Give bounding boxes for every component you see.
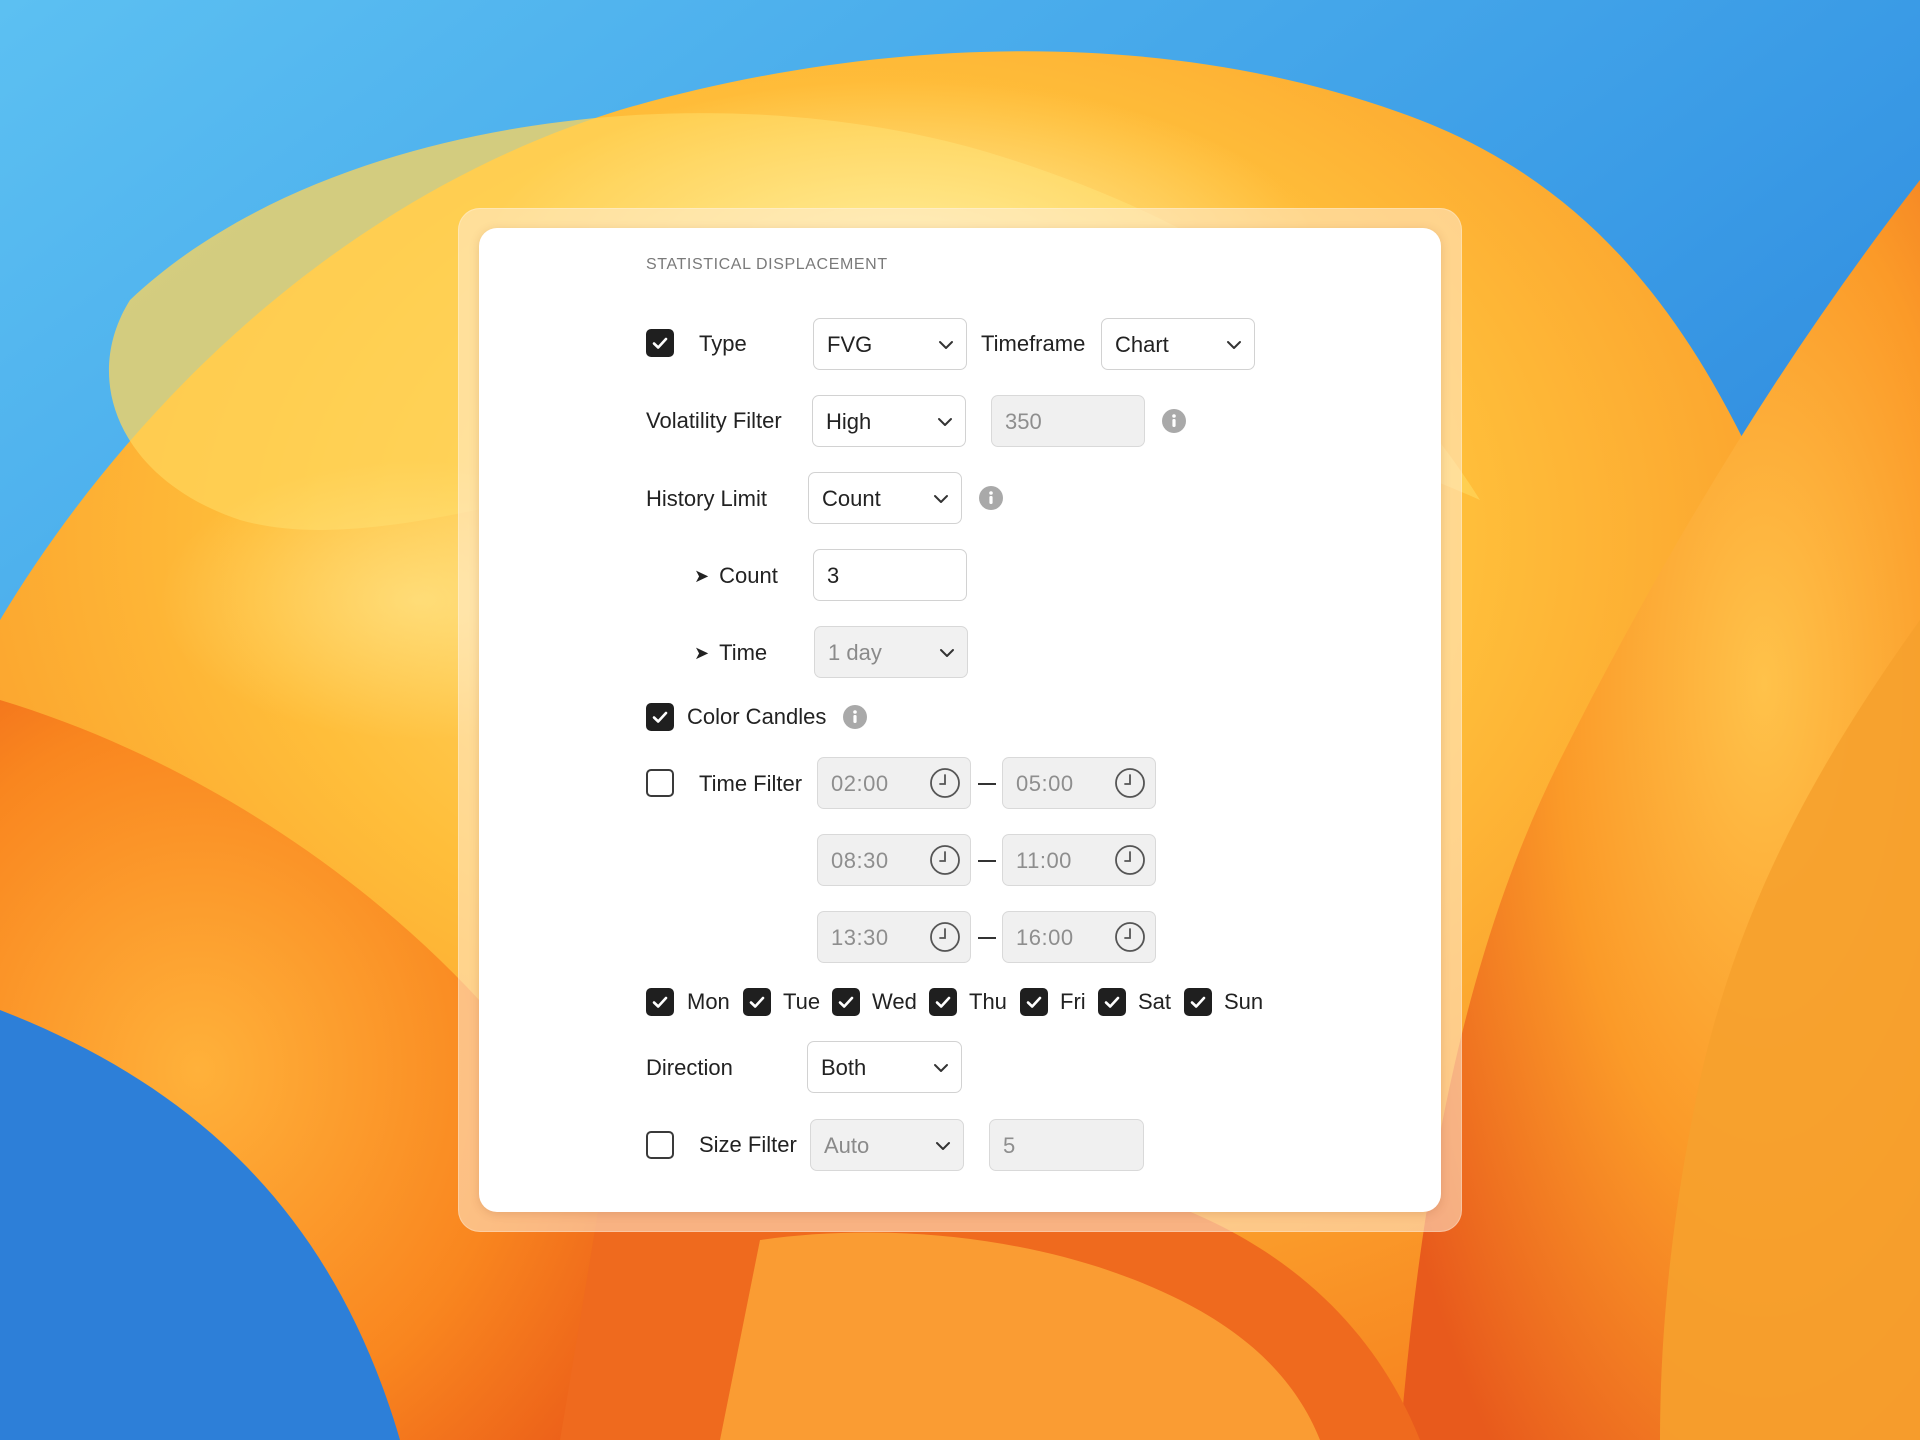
count-input-value: 3	[827, 563, 840, 588]
clock-icon	[930, 922, 960, 952]
range-dash	[978, 783, 996, 785]
day-checkbox-sun[interactable]	[1184, 988, 1212, 1016]
chevron-down-icon	[938, 418, 952, 426]
timeframe-select[interactable]: Chart	[1101, 318, 1255, 370]
type-label: Type	[699, 331, 747, 356]
checkmark-icon	[935, 996, 951, 1008]
checkmark-icon	[1026, 996, 1042, 1008]
chevron-down-icon	[936, 1142, 950, 1150]
volatility-select[interactable]: High	[812, 395, 966, 447]
size-filter-checkbox[interactable]	[646, 1131, 674, 1159]
size-filter-select-value: Auto	[824, 1133, 870, 1158]
volatility-value: 350	[1005, 409, 1042, 434]
volatility-value-field[interactable]: 350	[991, 395, 1145, 447]
time-value: 16:00	[1016, 925, 1074, 950]
time-select[interactable]: 1 day	[814, 626, 968, 678]
time-filter-start-1[interactable]: 02:00	[817, 757, 971, 809]
day-checkbox-tue[interactable]	[743, 988, 771, 1016]
day-label-tue: Tue	[783, 989, 821, 1014]
arrow-icon: ➤	[694, 566, 710, 586]
size-filter-value-field[interactable]: 5	[989, 1119, 1144, 1171]
time-filter-end-2[interactable]: 11:00	[1002, 834, 1156, 886]
day-label-thu: Thu	[969, 989, 1007, 1014]
color-candles-checkbox[interactable]	[646, 703, 674, 731]
direction-select[interactable]: Both	[807, 1041, 962, 1093]
day-checkbox-fri[interactable]	[1020, 988, 1048, 1016]
direction-label: Direction	[646, 1055, 733, 1080]
time-value: 08:30	[831, 848, 889, 873]
info-icon[interactable]	[979, 486, 1003, 510]
chevron-down-icon	[934, 495, 948, 503]
day-label-mon: Mon	[687, 989, 730, 1014]
day-checkbox-mon[interactable]	[646, 988, 674, 1016]
time-value: 11:00	[1016, 848, 1072, 873]
time-label: ➤ Time	[694, 639, 767, 668]
time-filter-start-2[interactable]: 08:30	[817, 834, 971, 886]
history-limit-label: History Limit	[646, 486, 768, 511]
info-icon[interactable]	[843, 705, 867, 729]
type-checkbox[interactable]	[646, 329, 674, 357]
checkmark-icon	[1104, 996, 1120, 1008]
checkmark-icon	[652, 711, 668, 723]
time-select-value: 1 day	[828, 640, 882, 665]
range-dash	[978, 937, 996, 939]
day-label-wed: Wed	[872, 989, 917, 1014]
time-filter-end-3[interactable]: 16:00	[1002, 911, 1156, 963]
count-label: ➤ Count	[694, 562, 778, 591]
size-filter-label: Size Filter	[699, 1132, 797, 1157]
day-label-fri: Fri	[1060, 989, 1086, 1014]
checkmark-icon	[1190, 996, 1206, 1008]
time-filter-end-1[interactable]: 05:00	[1002, 757, 1156, 809]
size-filter-select[interactable]: Auto	[810, 1119, 964, 1171]
time-filter-label: Time Filter	[699, 771, 803, 796]
clock-icon	[1115, 922, 1145, 952]
day-checkbox-sat[interactable]	[1098, 988, 1126, 1016]
checkmark-icon	[838, 996, 854, 1008]
time-label-text: Time	[719, 640, 768, 665]
day-label-sat: Sat	[1138, 989, 1172, 1014]
clock-icon	[1115, 768, 1145, 798]
direction-select-value: Both	[821, 1055, 867, 1080]
time-filter-start-3[interactable]: 13:30	[817, 911, 971, 963]
chevron-down-icon	[939, 341, 953, 349]
clock-icon	[1115, 845, 1145, 875]
info-icon[interactable]	[1162, 409, 1186, 433]
time-filter-checkbox[interactable]	[646, 769, 674, 797]
size-filter-value: 5	[1003, 1133, 1016, 1158]
time-value: 05:00	[1016, 771, 1074, 796]
color-candles-label: Color Candles	[687, 704, 827, 729]
chevron-down-icon	[940, 649, 954, 657]
timeframe-label: Timeframe	[981, 331, 1086, 356]
range-dash	[978, 860, 996, 862]
day-checkbox-thu[interactable]	[929, 988, 957, 1016]
volatility-select-value: High	[826, 409, 872, 434]
type-select[interactable]: FVG	[813, 318, 967, 370]
checkmark-icon	[652, 337, 668, 349]
timeframe-select-value: Chart	[1115, 332, 1169, 357]
clock-icon	[930, 845, 960, 875]
count-input[interactable]: 3	[813, 549, 967, 601]
checkmark-icon	[652, 996, 668, 1008]
day-checkbox-wed[interactable]	[832, 988, 860, 1016]
checkmark-icon	[749, 996, 765, 1008]
arrow-icon: ➤	[694, 643, 710, 663]
day-label-sun: Sun	[1224, 989, 1264, 1014]
section-title: STATISTICAL DISPLACEMENT	[646, 256, 888, 273]
chevron-down-icon	[1227, 341, 1241, 349]
chevron-down-icon	[934, 1064, 948, 1072]
type-select-value: FVG	[827, 332, 873, 357]
time-value: 02:00	[831, 771, 889, 796]
clock-icon	[930, 768, 960, 798]
time-value: 13:30	[831, 925, 889, 950]
volatility-filter-label: Volatility Filter	[646, 408, 782, 433]
count-label-text: Count	[719, 563, 778, 588]
history-limit-select-value: Count	[822, 486, 881, 511]
history-limit-select[interactable]: Count	[808, 472, 962, 524]
